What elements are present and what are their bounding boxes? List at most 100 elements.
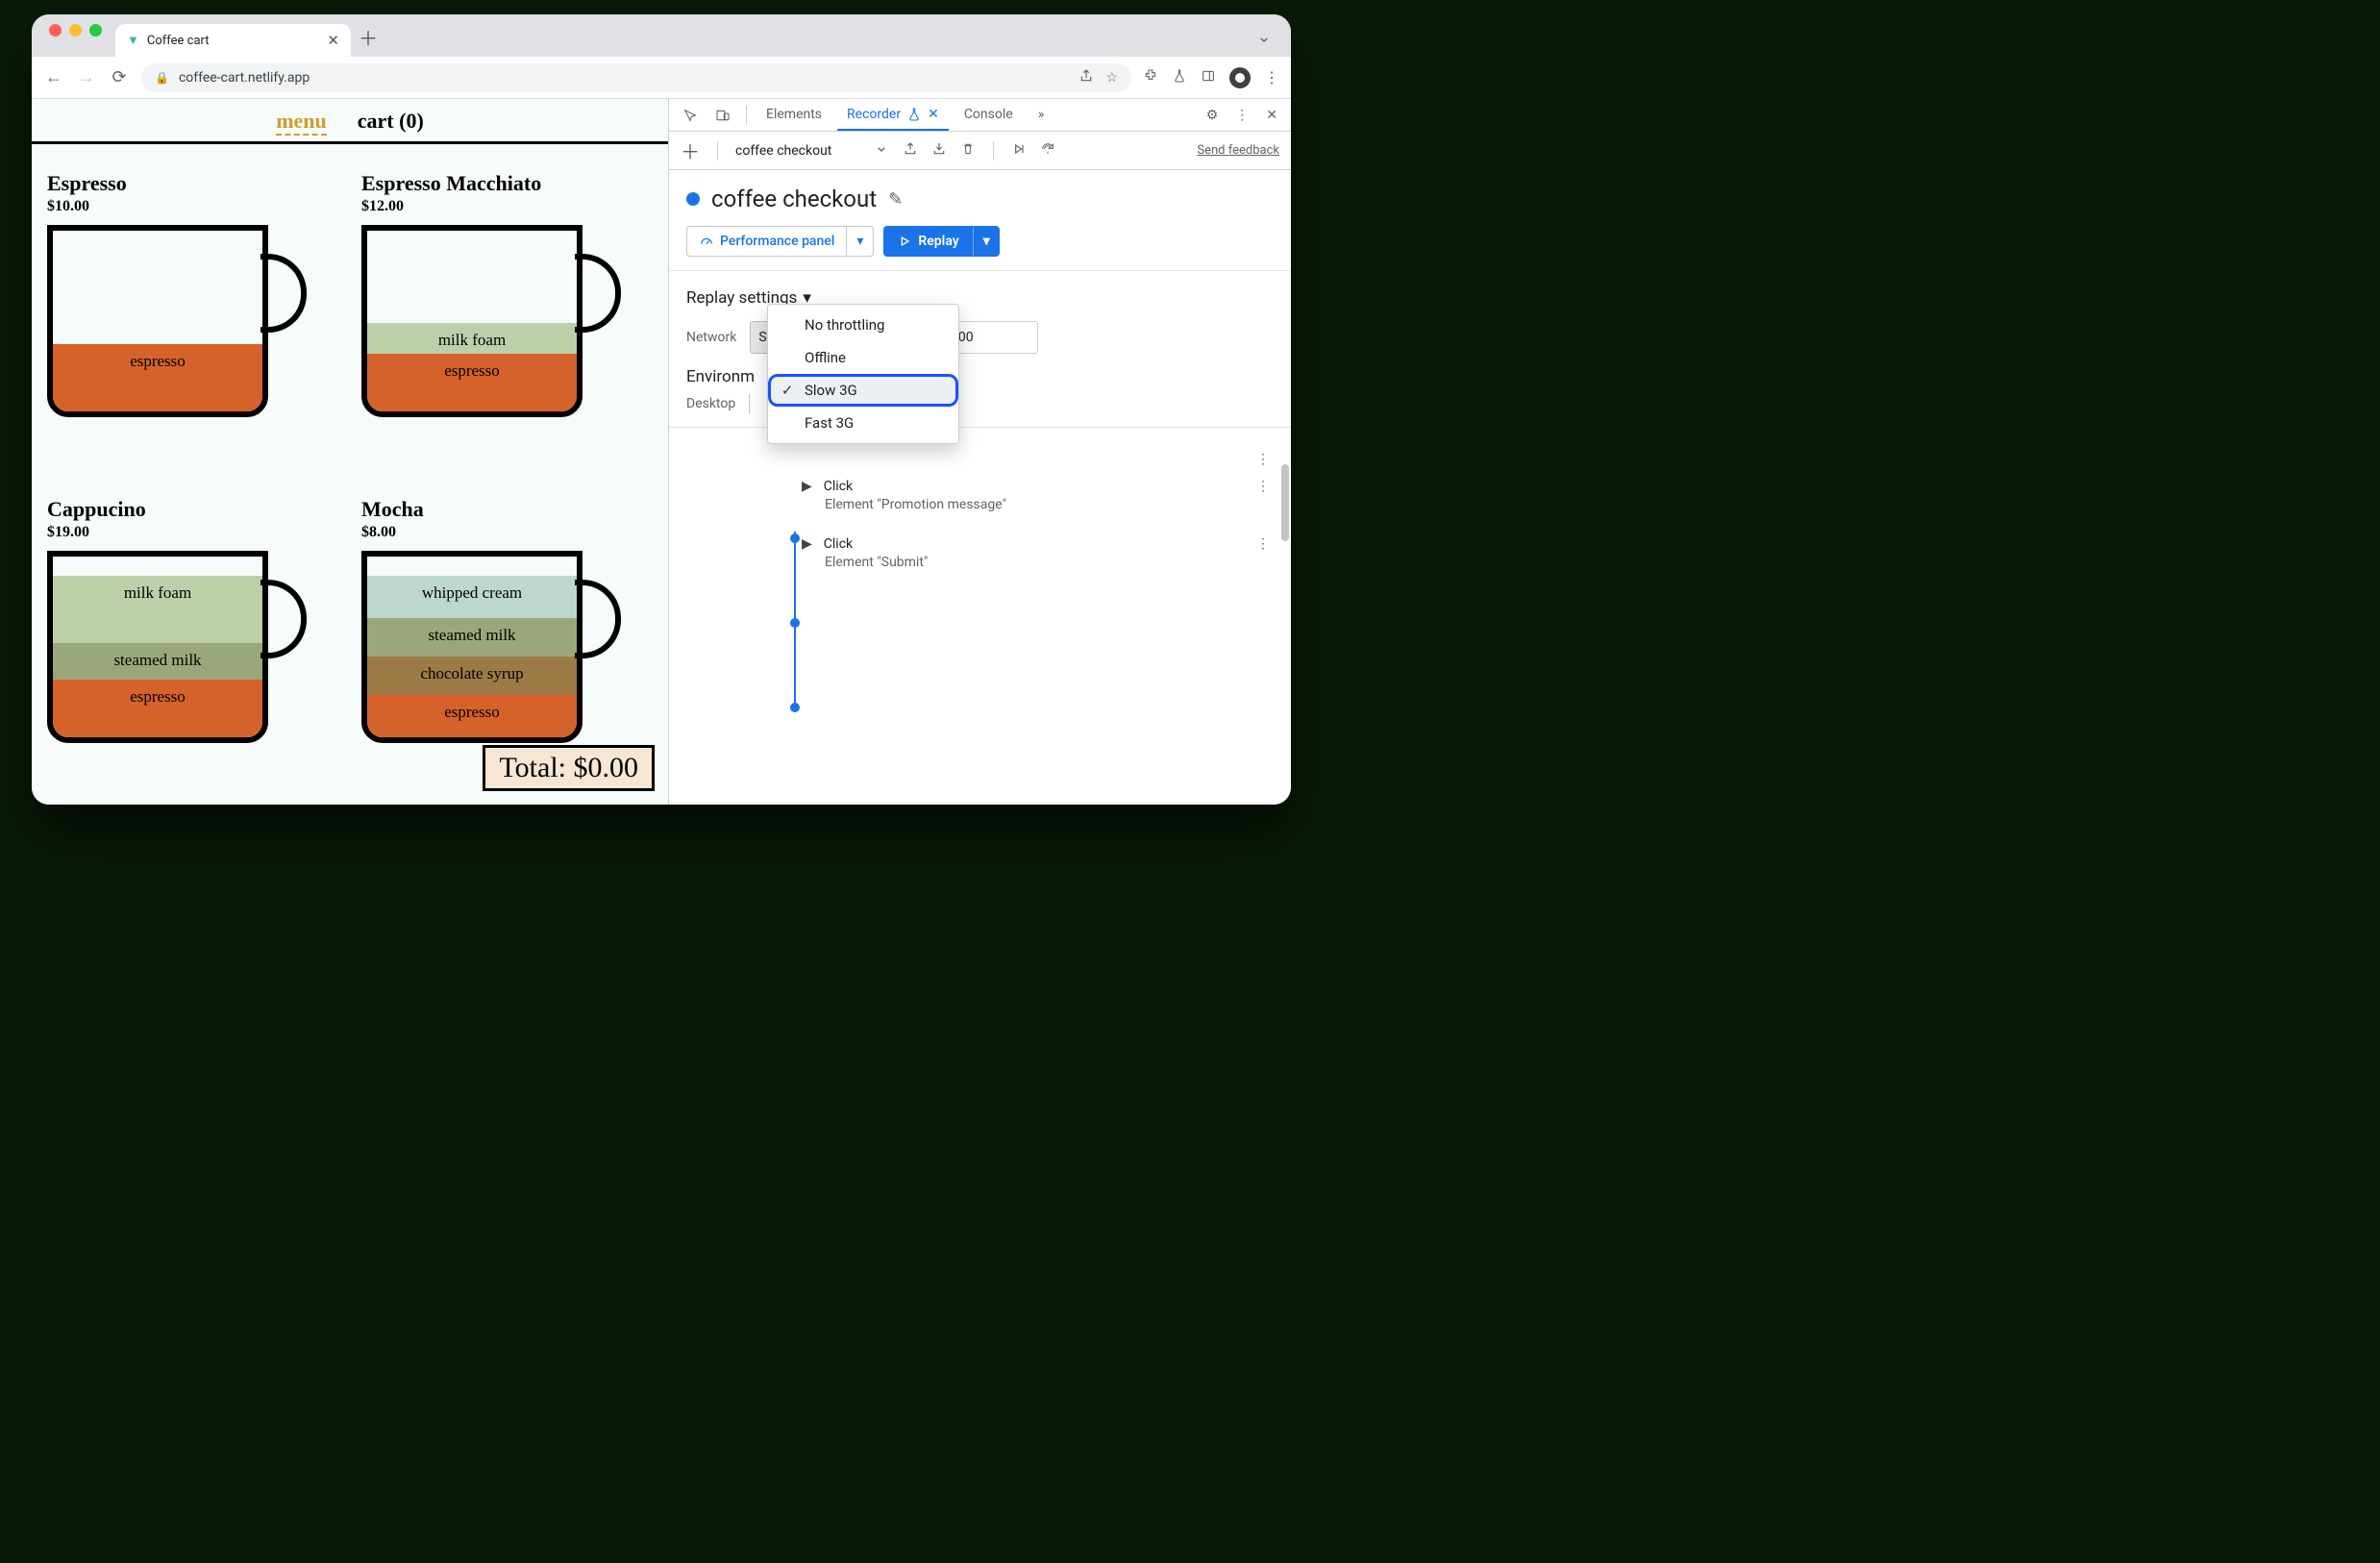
url-input[interactable]: 🔒 coffee-cart.netlify.app ☆ <box>141 63 1131 92</box>
tab-console[interactable]: Console <box>954 100 1023 131</box>
side-panel-icon[interactable] <box>1201 68 1216 87</box>
step-action: Click <box>824 479 853 494</box>
vue-favicon-icon: ▼ <box>127 33 139 48</box>
share-icon[interactable] <box>1078 68 1094 87</box>
cup-layer: steamed milk <box>53 643 262 680</box>
total-button[interactable]: Total: $0.00 <box>483 745 655 791</box>
cup-layer: steamed milk <box>367 618 577 657</box>
devtools-menu-icon[interactable]: ⋮ <box>1229 104 1254 127</box>
recorder-body: Replay settings ▾ Network Slow 3G ▴ Time… <box>669 271 1291 805</box>
product-price: $19.00 <box>47 524 338 541</box>
product-card[interactable]: Cappucino $19.00 milk foamsteamed milkes… <box>47 497 338 796</box>
inspect-element-icon[interactable] <box>677 104 704 127</box>
recording-status-icon <box>686 192 700 206</box>
recording-title: coffee checkout <box>711 186 877 212</box>
cup-layer: espresso <box>53 344 262 411</box>
tab-strip: ▼ Coffee cart ✕ ＋ <box>32 14 1291 57</box>
cup-layer: espresso <box>367 354 577 411</box>
step-over-icon[interactable] <box>1040 141 1055 161</box>
play-icon <box>897 234 912 249</box>
window-minimize-button[interactable] <box>69 24 82 37</box>
recording-steps: ⋮ ▶ Click ⋮Element "Promotion message"▶ … <box>669 435 1291 597</box>
coffee-cup[interactable]: whipped creamsteamed milkchocolate syrup… <box>361 551 621 753</box>
step-description: Element "Submit" <box>698 555 1283 570</box>
devtools-panel: Elements Recorder ✕ Console » ⚙ ⋮ ✕ ＋ co… <box>668 99 1291 805</box>
product-grid: Espresso $10.00 espresso Espresso Macchi… <box>32 144 668 805</box>
send-feedback-link[interactable]: Send feedback <box>1197 143 1279 158</box>
step-menu-icon[interactable]: ⋮ <box>1251 536 1276 552</box>
page-content: menu cart (0) Espresso $10.00 espresso E… <box>32 99 668 805</box>
bookmark-icon[interactable]: ☆ <box>1105 70 1118 86</box>
window-zoom-button[interactable] <box>89 24 102 37</box>
replay-dropdown-icon[interactable]: ▾ <box>973 227 1000 256</box>
delete-icon[interactable] <box>960 141 976 161</box>
network-option[interactable]: No throttling <box>768 309 958 341</box>
perf-dropdown-icon[interactable]: ▾ <box>846 227 873 256</box>
network-dropdown: No throttlingOffline✓Slow 3GFast 3G <box>767 304 959 444</box>
coffee-cup[interactable]: milk foamespresso <box>361 225 621 427</box>
more-tabs-icon[interactable]: » <box>1029 100 1054 131</box>
step-description: Element "Promotion message" <box>698 497 1283 512</box>
import-icon[interactable] <box>931 141 947 161</box>
recorder-header: coffee checkout ✎ Performance panel ▾ <box>669 170 1291 271</box>
scrollbar-thumb[interactable] <box>1281 464 1289 541</box>
gauge-icon <box>699 234 714 249</box>
step-menu-icon[interactable]: ⋮ <box>1251 479 1276 494</box>
step-play-icon[interactable] <box>1011 141 1027 161</box>
cup-layer: milk foam <box>367 323 577 354</box>
new-recording-icon[interactable]: ＋ <box>681 136 700 164</box>
network-label: Network <box>686 330 736 345</box>
replay-button[interactable]: Replay ▾ <box>883 226 999 257</box>
performance-panel-button[interactable]: Performance panel ▾ <box>686 226 874 257</box>
tab-elements[interactable]: Elements <box>756 100 831 131</box>
forward-button[interactable]: → <box>76 67 97 87</box>
product-name: Espresso <box>47 171 338 196</box>
product-name: Mocha <box>361 497 653 522</box>
browser-window: ▼ Coffee cart ✕ ＋ ← → ⟳ 🔒 coffee-cart.ne… <box>32 14 1291 805</box>
profile-avatar[interactable] <box>1229 67 1251 88</box>
check-icon: ✓ <box>780 382 795 399</box>
toolbar-icons: ⋮ <box>1143 67 1279 88</box>
chevron-down-icon[interactable] <box>874 141 889 161</box>
nav-cart-link[interactable]: cart (0) <box>358 109 424 136</box>
flask-icon[interactable] <box>1172 68 1187 87</box>
step-row[interactable]: ▶ Click ⋮ <box>698 530 1283 557</box>
recording-select[interactable]: coffee checkout <box>735 143 831 159</box>
coffee-cup[interactable]: milk foamsteamed milkespresso <box>47 551 307 753</box>
network-option[interactable]: Fast 3G <box>768 407 958 439</box>
step-action: Click <box>824 536 853 552</box>
tab-title: Coffee cart <box>147 34 210 48</box>
browser-menu-icon[interactable]: ⋮ <box>1264 68 1279 87</box>
step-row[interactable]: ▶ Click ⋮ <box>698 472 1283 499</box>
network-option[interactable]: Offline <box>768 341 958 374</box>
tab-close-icon[interactable]: ✕ <box>327 32 339 49</box>
coffee-cup[interactable]: espresso <box>47 225 307 427</box>
step-menu-icon[interactable]: ⋮ <box>1251 452 1276 467</box>
recorder-toolbar: ＋ coffee checkout Send feedback <box>669 132 1291 170</box>
back-button[interactable]: ← <box>43 67 64 87</box>
cup-layer: whipped cream <box>367 576 577 618</box>
reload-button[interactable]: ⟳ <box>109 67 130 87</box>
cup-layer: milk foam <box>53 576 262 643</box>
extensions-icon[interactable] <box>1143 68 1158 87</box>
cup-layer: espresso <box>367 695 577 737</box>
window-close-button[interactable] <box>49 24 62 37</box>
tab-recorder[interactable]: Recorder ✕ <box>837 100 949 131</box>
product-price: $8.00 <box>361 524 653 541</box>
chevron-right-icon: ▶ <box>802 536 812 552</box>
edit-title-icon[interactable]: ✎ <box>888 189 903 210</box>
close-tab-icon[interactable]: ✕ <box>928 107 939 122</box>
tab-list-button[interactable] <box>1249 32 1279 47</box>
product-card[interactable]: Espresso Macchiato $12.00 milk foamespre… <box>361 171 653 470</box>
product-card[interactable]: Espresso $10.00 espresso <box>47 171 338 470</box>
chevron-right-icon: ▶ <box>802 479 812 494</box>
export-icon[interactable] <box>903 141 918 161</box>
close-devtools-icon[interactable]: ✕ <box>1260 104 1283 127</box>
browser-tab[interactable]: ▼ Coffee cart ✕ <box>115 24 351 57</box>
devtools-tabstrip: Elements Recorder ✕ Console » ⚙ ⋮ ✕ <box>669 99 1291 132</box>
settings-gear-icon[interactable]: ⚙ <box>1201 104 1225 127</box>
new-tab-button[interactable]: ＋ <box>359 23 378 51</box>
device-toolbar-icon[interactable] <box>709 104 736 127</box>
network-option[interactable]: ✓Slow 3G <box>768 374 958 407</box>
nav-menu-link[interactable]: menu <box>276 109 327 136</box>
